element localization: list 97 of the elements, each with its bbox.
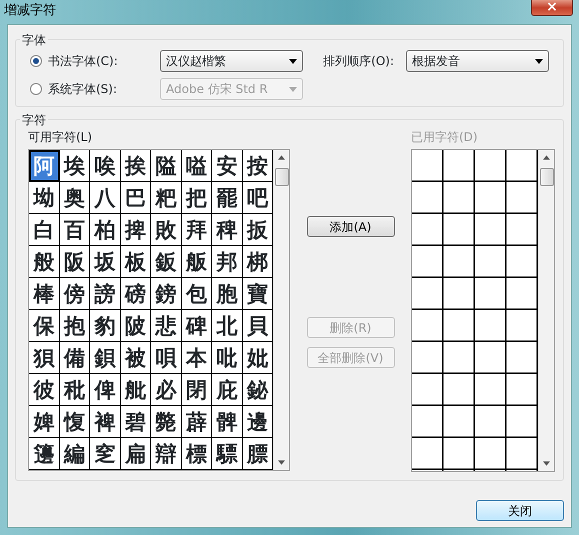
character-cell[interactable]: 板 [120,246,151,278]
sort-order-dropdown[interactable]: 根据发音 [406,50,549,72]
character-cell[interactable]: 備 [60,342,90,374]
character-cell[interactable]: 舨 [182,246,212,278]
character-cell[interactable]: 狽 [29,342,60,374]
character-cell[interactable]: 八 [90,182,120,214]
character-cell[interactable]: 安 [212,150,242,182]
font-dropdown[interactable]: 汉仪赵楷繁 [160,50,303,72]
character-cell[interactable]: 庇 [212,374,242,406]
character-cell[interactable]: 胞 [212,278,242,310]
character-cell[interactable]: 碧 [120,406,151,438]
character-cell[interactable]: 保 [29,310,60,342]
scrollbar[interactable] [273,150,289,470]
character-cell[interactable]: 編 [60,438,90,470]
character-cell[interactable]: 柏 [90,214,120,246]
character-cell[interactable]: 舭 [120,374,151,406]
character-cell[interactable]: 閉 [182,374,212,406]
radio-button[interactable] [30,55,42,67]
close-button[interactable]: × [531,0,573,16]
character-cell[interactable]: 碑 [182,310,212,342]
character-cell[interactable]: 薜 [182,406,212,438]
character-cell[interactable]: 拜 [182,214,212,246]
character-cell[interactable]: 稗 [212,214,242,246]
action-button[interactable]: 添加(A) [306,216,394,237]
scroll-up-icon [278,155,285,160]
caret-icon [289,58,297,64]
sort-order-label: 排列顺序(O): [323,53,394,70]
scroll-down-icon [543,461,550,466]
radio-label: 系统字体(S): [48,81,118,98]
character-cell[interactable]: 陂 [120,310,151,342]
character-cell[interactable]: 髀 [212,406,242,438]
character-cell[interactable]: 巴 [120,182,151,214]
scroll-up-icon [543,155,550,160]
character-cell[interactable]: 彼 [29,374,60,406]
scroll-thumb[interactable] [540,168,554,186]
character-cell[interactable]: 唄 [151,342,182,374]
character-cell[interactable]: 籩 [29,438,60,470]
character-cell[interactable]: 把 [182,182,212,214]
character-cell[interactable]: 扁 [120,438,151,470]
character-cell[interactable]: 坳 [29,182,60,214]
character-cell[interactable]: 邦 [212,246,242,278]
character-cell[interactable]: 敗 [151,214,182,246]
character-cell[interactable]: 必 [151,374,182,406]
character-cell[interactable]: 包 [182,278,212,310]
character-cell[interactable]: 俾 [90,374,120,406]
character-cell[interactable]: 棒 [29,278,60,310]
close-dialog-button[interactable]: 关闭 [476,500,564,521]
character-cell[interactable]: 被 [120,342,151,374]
character-cell[interactable]: 白 [29,214,60,246]
character-cell[interactable]: 吡 [212,342,242,374]
character-cell[interactable]: 阿 [29,150,60,182]
character-cell[interactable]: 愎 [60,406,90,438]
character-cell[interactable]: 坂 [90,246,120,278]
available-characters-label: 可用字符(L) [28,129,94,146]
character-cell[interactable]: 鋇 [90,342,120,374]
character-cell[interactable]: 驃 [212,438,242,470]
character-cell[interactable]: 百 [60,214,90,246]
character-cell[interactable]: 奥 [60,182,90,214]
character-cell[interactable]: 阪 [60,246,90,278]
character-cell[interactable]: 窆 [90,438,120,470]
character-cell[interactable]: 嗌 [182,150,212,182]
window-title: 增减字符 [4,2,56,20]
character-cell[interactable]: 鈑 [151,246,182,278]
used-characters-list[interactable] [411,149,555,472]
character-cell[interactable]: 秕 [60,374,90,406]
character-cell[interactable]: 挨 [120,150,151,182]
character-cell[interactable]: 悲 [151,310,182,342]
character-cell[interactable]: 裨 [90,406,120,438]
character-cell[interactable]: 粑 [151,182,182,214]
character-cell[interactable]: 本 [182,342,212,374]
character-cell[interactable]: 斃 [151,406,182,438]
scrollbar[interactable] [538,150,554,471]
character-cell[interactable]: 般 [29,246,60,278]
radio-label: 书法字体(C): [48,53,119,70]
caret-icon [535,58,543,64]
character-cell[interactable]: 豹 [90,310,120,342]
character-cell[interactable]: 婢 [29,406,60,438]
character-cell[interactable]: 北 [212,310,242,342]
used-characters-label: 已用字符(D) [411,129,479,146]
available-characters-list[interactable]: 阿 埃 唉 挨 隘 嗌 安 按 坳 奥 八 巴 粑 把 罷 吧 白 百 柏 捭 敗 拜 稗 扳 般 阪 坂 板 鈑 舨 邦 梆 棒 傍 謗 磅 鎊 包 胞 寶 保 抱 豹 陂 悲 碑 北 貝 狽 備 鋇 被 唄 本 吡 妣 彼 秕 俾 舭 必 閉 庇 鉍 婢 愎 裨 碧 斃 薜 髀 邊 籩 編 窆 扁 辯 標 驃 膘 [28,149,290,471]
character-cell[interactable]: 捭 [120,214,151,246]
character-cell[interactable]: 隘 [151,150,182,182]
character-cell[interactable]: 磅 [120,278,151,310]
character-cell[interactable]: 埃 [60,150,90,182]
group-title: 字符 [20,111,48,129]
character-cell[interactable]: 標 [182,438,212,470]
character-cell[interactable]: 謗 [90,278,120,310]
character-cell[interactable]: 唉 [90,150,120,182]
character-cell[interactable]: 罷 [212,182,242,214]
caret-icon [289,86,297,92]
character-cell[interactable]: 傍 [60,278,90,310]
scroll-thumb[interactable] [275,168,289,186]
character-cell[interactable]: 鎊 [151,278,182,310]
group-title: 字体 [20,31,48,49]
character-cell[interactable]: 辯 [151,438,182,470]
scroll-down-icon [278,460,285,465]
character-cell[interactable]: 抱 [60,310,90,342]
